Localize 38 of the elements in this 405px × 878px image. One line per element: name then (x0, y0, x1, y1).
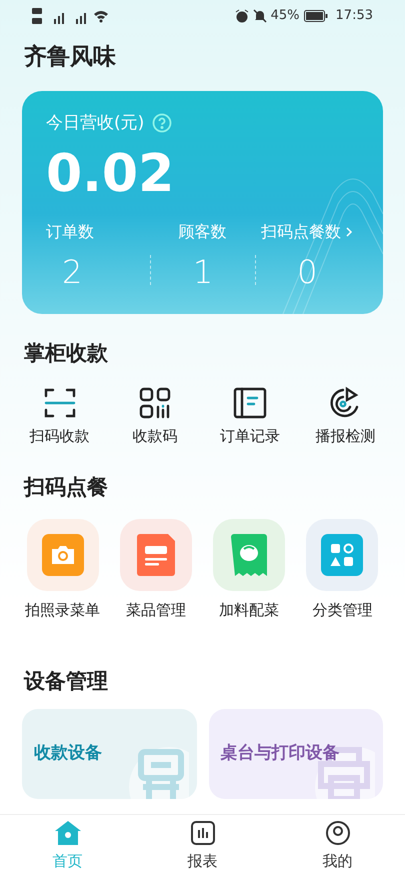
camera-icon (42, 534, 84, 576)
feature-button[interactable]: 加料配菜 (202, 519, 296, 622)
shortcut-button[interactable]: 订单记录 (202, 385, 298, 448)
device-card[interactable]: 收款设备 (22, 709, 196, 799)
document-icon (134, 534, 177, 576)
revenue-label: 今日营收(元) (46, 112, 144, 134)
chevron-right-icon[interactable] (344, 226, 353, 238)
stat-value: 2 (62, 252, 82, 293)
stat-value: 0 (297, 252, 318, 293)
section-title: 设备管理 (22, 668, 109, 694)
clock-time: 17:53 (336, 7, 373, 26)
stat-value: 1 (192, 252, 214, 293)
shortcut-button[interactable]: 播报检测 (298, 385, 393, 448)
device-card[interactable]: 桌台与打印设备 (208, 709, 383, 799)
chart-icon (190, 820, 216, 846)
section-title: 扫码点餐 (22, 474, 109, 500)
store-name: 齐鲁风味 (23, 43, 117, 72)
profile-icon (324, 820, 350, 846)
nav-tab[interactable]: 我的 (270, 815, 405, 878)
battery-icon (304, 10, 328, 22)
stat-label: 顾客数 (178, 221, 226, 243)
revenue-amount: 0.02 (46, 148, 176, 200)
stat-label: 订单数 (46, 221, 94, 243)
alarm-icon (234, 9, 249, 23)
help-icon[interactable] (152, 113, 172, 134)
shortcut-button[interactable]: 收款码 (107, 385, 202, 448)
feature-button[interactable]: 分类管理 (296, 519, 389, 622)
shortcut-button[interactable]: 扫码收款 (12, 385, 108, 448)
stat-label: 扫码点餐数 (260, 221, 341, 243)
shapes-icon (321, 534, 364, 576)
nav-tab[interactable]: 报表 (135, 815, 270, 878)
feature-button[interactable]: 菜品管理 (109, 519, 202, 622)
notebook-icon (232, 385, 268, 421)
feature-button[interactable]: 拍照录菜单 (16, 519, 110, 622)
battery-percent: 45% (270, 7, 300, 26)
home-icon (54, 820, 82, 846)
muted-bell-icon (252, 9, 267, 23)
section-title: 掌柜收款 (23, 340, 109, 366)
